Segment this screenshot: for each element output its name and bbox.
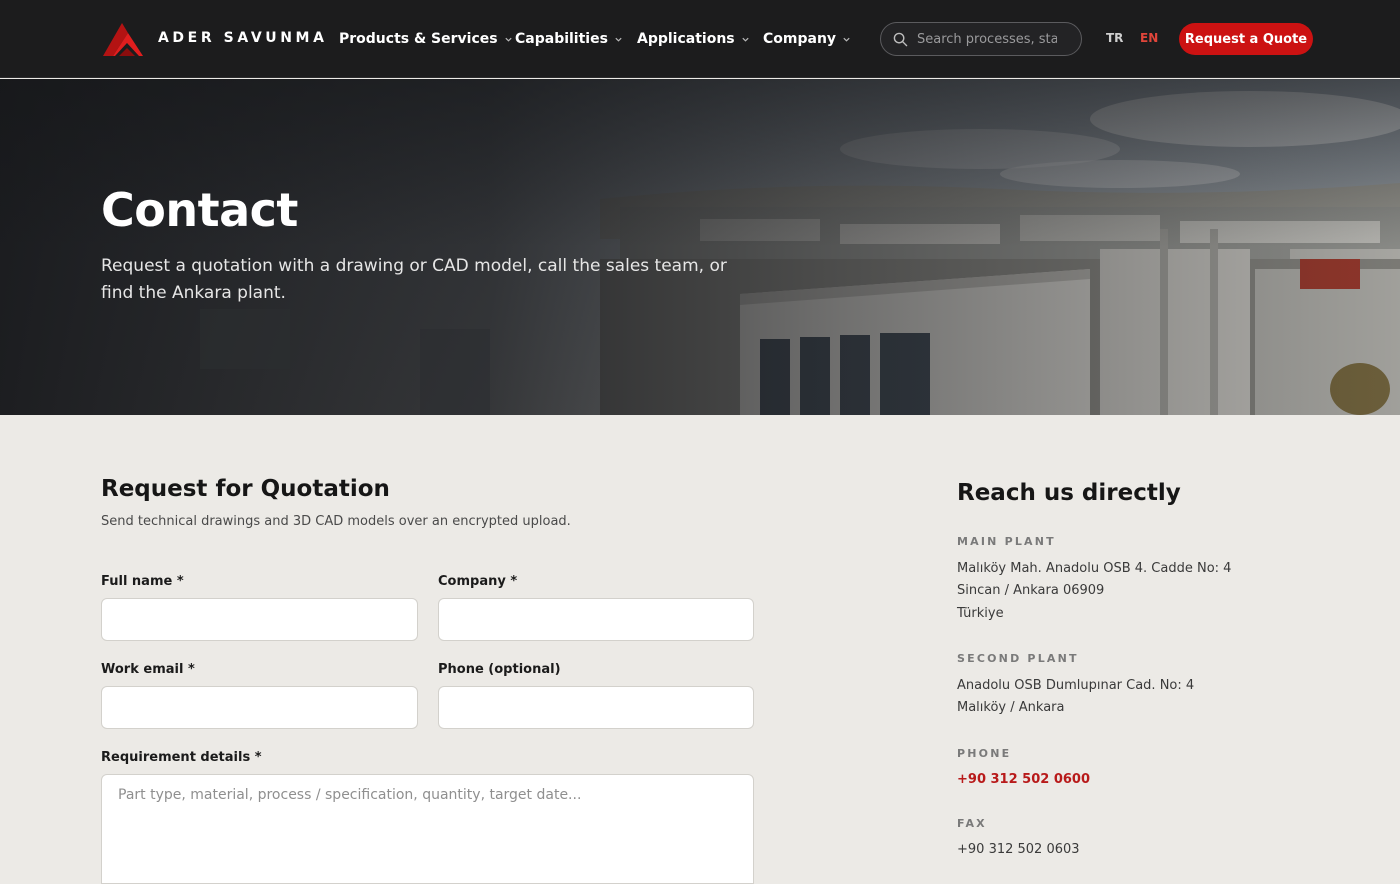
search-box: [880, 22, 1082, 56]
search-icon: [893, 32, 908, 47]
nav-applications[interactable]: Applications: [637, 29, 750, 49]
nav-applications-label: Applications: [637, 31, 735, 47]
nav-products-services[interactable]: Products & Services: [339, 29, 513, 49]
hero-subtitle: Request a quotation with a drawing or CA…: [101, 256, 727, 303]
main-plant-address-line: Sincan / Ankara 06909: [957, 583, 1105, 598]
nav-company-label: Company: [763, 31, 837, 47]
language-tr-link[interactable]: TR: [1106, 31, 1123, 45]
brand-name[interactable]: ADER SAVUNMA: [158, 30, 328, 46]
full-name-input[interactable]: [101, 598, 418, 641]
chevron-down-icon: [504, 37, 512, 42]
nav-capabilities[interactable]: Capabilities: [515, 29, 623, 49]
chevron-down-icon: [843, 37, 850, 42]
second-plant-heading: SECOND PLANT: [957, 652, 1079, 665]
work-email-input[interactable]: [101, 686, 418, 729]
second-plant-address-line: Malıköy / Ankara: [957, 700, 1065, 715]
phone-input[interactable]: [438, 686, 754, 729]
page-title: Contact: [101, 183, 298, 237]
full-name-label: Full name *: [101, 574, 184, 589]
nav-products-services-label: Products & Services: [339, 31, 498, 47]
search-input[interactable]: [917, 29, 1057, 49]
rfq-title: Request for Quotation: [101, 476, 390, 502]
hero-background-image: [0, 79, 1400, 415]
language-en-link[interactable]: EN: [1140, 31, 1158, 45]
request-quote-button[interactable]: Request a Quote: [1179, 23, 1313, 55]
main-plant-address-line: Malıköy Mah. Anadolu OSB 4. Cadde No: 4: [957, 561, 1232, 576]
main-plant-address-line: Türkiye: [957, 606, 1004, 621]
fax-number: +90 312 502 0603: [957, 842, 1080, 857]
phone-label: Phone (optional): [438, 662, 561, 677]
work-email-label: Work email *: [101, 662, 195, 677]
requirement-details-textarea[interactable]: [101, 774, 754, 884]
company-label: Company *: [438, 574, 518, 589]
company-input[interactable]: [438, 598, 754, 641]
main-plant-heading: MAIN PLANT: [957, 535, 1056, 548]
nav-company[interactable]: Company: [763, 29, 851, 49]
nav-capabilities-label: Capabilities: [515, 31, 608, 47]
brand-logo-icon[interactable]: [101, 21, 145, 57]
rfq-subtitle: Send technical drawings and 3D CAD model…: [101, 514, 571, 529]
phone-number-link[interactable]: +90 312 502 0600: [957, 772, 1090, 787]
site-header: ADER SAVUNMA Products & Services Capabil…: [0, 0, 1400, 78]
fax-heading: FAX: [957, 817, 987, 830]
chevron-down-icon: [615, 37, 622, 42]
hero-banner: Contact Request a quotation with a drawi…: [0, 79, 1400, 415]
second-plant-address-line: Anadolu OSB Dumlupınar Cad. No: 4: [957, 678, 1195, 693]
chevron-down-icon: [742, 37, 749, 42]
phone-heading: PHONE: [957, 747, 1012, 760]
reach-us-title: Reach us directly: [957, 480, 1181, 506]
requirement-details-label: Requirement details *: [101, 750, 262, 765]
